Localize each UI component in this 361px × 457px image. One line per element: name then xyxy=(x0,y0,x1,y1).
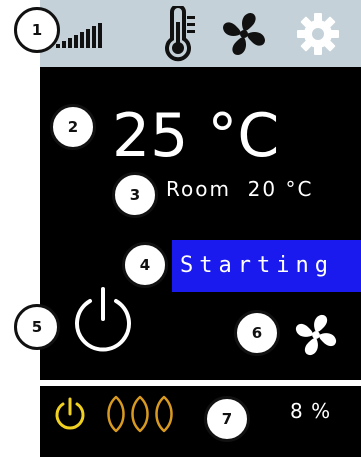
callout-2: 2 xyxy=(50,104,96,150)
fan-icon[interactable] xyxy=(293,312,339,358)
gear-icon[interactable] xyxy=(296,12,340,56)
callout-4: 4 xyxy=(122,242,168,288)
setpoint-temperature[interactable]: 25 °C xyxy=(112,100,279,172)
thermometer-icon[interactable] xyxy=(162,6,198,62)
signal-strength-icon[interactable] xyxy=(56,22,104,50)
fan-icon[interactable] xyxy=(220,10,268,58)
power-icon xyxy=(55,397,85,430)
callout-1: 1 xyxy=(14,7,60,53)
callout-3: 3 xyxy=(112,172,158,218)
callout-5: 5 xyxy=(14,304,60,350)
room-temperature: Room 20 °C xyxy=(166,177,314,201)
callout-6: 6 xyxy=(234,310,280,356)
status-badge: Starting xyxy=(172,240,361,292)
callout-7: 7 xyxy=(204,396,250,442)
level-percentage: 8 % xyxy=(290,399,332,423)
power-icon[interactable] xyxy=(68,285,138,355)
heat-wave-icon xyxy=(107,395,173,433)
footer-divider xyxy=(40,380,361,386)
